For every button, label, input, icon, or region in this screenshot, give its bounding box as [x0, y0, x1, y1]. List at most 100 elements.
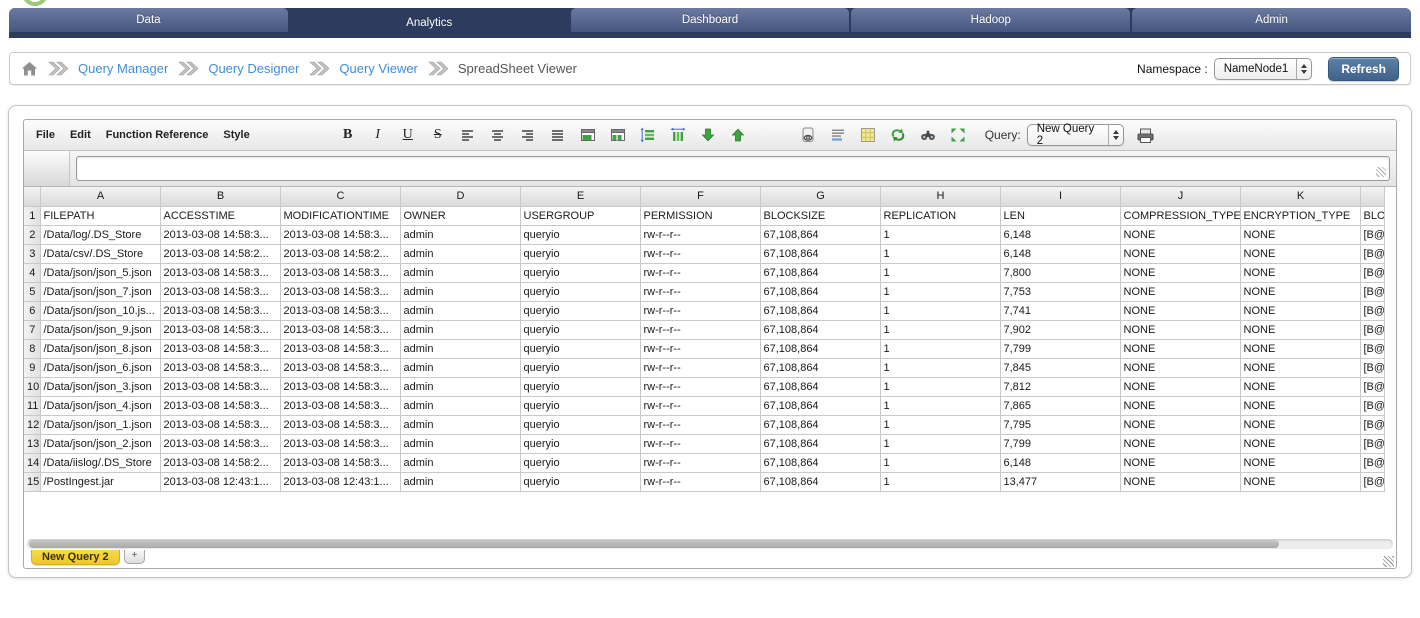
- cell[interactable]: OWNER: [400, 206, 520, 225]
- cell[interactable]: NONE: [1240, 434, 1360, 453]
- move-row-up-icon[interactable]: [727, 124, 749, 146]
- cell[interactable]: NONE: [1120, 244, 1240, 263]
- export-document-icon[interactable]: [797, 124, 819, 146]
- cell[interactable]: [B@: [1360, 225, 1384, 244]
- cell[interactable]: 67,108,864: [760, 244, 880, 263]
- cell[interactable]: admin: [400, 434, 520, 453]
- row-header[interactable]: 15: [24, 472, 40, 491]
- cell[interactable]: 1: [880, 282, 1000, 301]
- cell[interactable]: ACCESSTIME: [160, 206, 280, 225]
- cell[interactable]: [B@: [1360, 244, 1384, 263]
- cell[interactable]: 7,865: [1000, 396, 1120, 415]
- cell[interactable]: 2013-03-08 14:58:3...: [280, 263, 400, 282]
- cell[interactable]: 13,477: [1000, 472, 1120, 491]
- cell[interactable]: 7,753: [1000, 282, 1120, 301]
- cell[interactable]: queryio: [520, 225, 640, 244]
- nav-tab-hadoop[interactable]: Hadoop: [851, 8, 1130, 32]
- cell[interactable]: 7,800: [1000, 263, 1120, 282]
- cell[interactable]: /Data/json/json_1.json: [40, 415, 160, 434]
- text-format-icon[interactable]: [827, 124, 849, 146]
- cell[interactable]: 67,108,864: [760, 396, 880, 415]
- cell[interactable]: 2013-03-08 14:58:3...: [280, 320, 400, 339]
- cell[interactable]: 1: [880, 263, 1000, 282]
- widget-resize-handle-icon[interactable]: [1383, 556, 1394, 567]
- cell[interactable]: NONE: [1120, 301, 1240, 320]
- cell[interactable]: 2013-03-08 14:58:3...: [160, 434, 280, 453]
- column-header[interactable]: H: [880, 187, 1000, 206]
- cell[interactable]: NONE: [1120, 339, 1240, 358]
- cell[interactable]: queryio: [520, 263, 640, 282]
- cell[interactable]: /Data/iislog/.DS_Store: [40, 453, 160, 472]
- cell[interactable]: rw-r--r--: [640, 453, 760, 472]
- menu-style[interactable]: Style: [223, 129, 249, 141]
- column-header[interactable]: K: [1240, 187, 1360, 206]
- cell[interactable]: 7,795: [1000, 415, 1120, 434]
- row-header[interactable]: 14: [24, 453, 40, 472]
- cell[interactable]: 67,108,864: [760, 263, 880, 282]
- cell[interactable]: 7,799: [1000, 339, 1120, 358]
- cell[interactable]: BLOCKSIZE: [760, 206, 880, 225]
- cell[interactable]: 2013-03-08 14:58:3...: [280, 301, 400, 320]
- cell[interactable]: 1: [880, 244, 1000, 263]
- cell[interactable]: 2013-03-08 14:58:3...: [280, 225, 400, 244]
- home-icon[interactable]: [21, 61, 38, 77]
- cell[interactable]: 2013-03-08 14:58:3...: [160, 320, 280, 339]
- cell[interactable]: 7,902: [1000, 320, 1120, 339]
- cell[interactable]: [B@: [1360, 282, 1384, 301]
- cell[interactable]: 2013-03-08 14:58:2...: [160, 244, 280, 263]
- cell[interactable]: admin: [400, 225, 520, 244]
- cell[interactable]: rw-r--r--: [640, 301, 760, 320]
- cell[interactable]: 67,108,864: [760, 225, 880, 244]
- row-header[interactable]: 12: [24, 415, 40, 434]
- cell[interactable]: admin: [400, 244, 520, 263]
- cell[interactable]: admin: [400, 358, 520, 377]
- cell[interactable]: /Data/json/json_10.js...: [40, 301, 160, 320]
- cell[interactable]: queryio: [520, 396, 640, 415]
- italic-icon[interactable]: I: [367, 124, 389, 146]
- cell[interactable]: [B@: [1360, 453, 1384, 472]
- cell[interactable]: NONE: [1120, 434, 1240, 453]
- cell[interactable]: NONE: [1120, 472, 1240, 491]
- row-header[interactable]: 11: [24, 396, 40, 415]
- cell[interactable]: /Data/csv/.DS_Store: [40, 244, 160, 263]
- column-header[interactable]: A: [40, 187, 160, 206]
- cell[interactable]: 2013-03-08 14:58:3...: [160, 358, 280, 377]
- cell[interactable]: 2013-03-08 14:58:3...: [280, 415, 400, 434]
- cell[interactable]: NONE: [1240, 472, 1360, 491]
- cell[interactable]: 2013-03-08 14:58:3...: [160, 377, 280, 396]
- bold-icon[interactable]: B: [337, 124, 359, 146]
- refresh-data-icon[interactable]: [887, 124, 909, 146]
- row-header[interactable]: 6: [24, 301, 40, 320]
- cell[interactable]: 67,108,864: [760, 282, 880, 301]
- insert-column-icon[interactable]: [667, 124, 689, 146]
- column-header[interactable]: C: [280, 187, 400, 206]
- cell[interactable]: rw-r--r--: [640, 358, 760, 377]
- cell[interactable]: 1: [880, 301, 1000, 320]
- row-header[interactable]: 2: [24, 225, 40, 244]
- cell[interactable]: queryio: [520, 434, 640, 453]
- cell[interactable]: NONE: [1240, 415, 1360, 434]
- cell[interactable]: 6,148: [1000, 225, 1120, 244]
- cell[interactable]: [B@: [1360, 263, 1384, 282]
- cell[interactable]: 67,108,864: [760, 320, 880, 339]
- cell[interactable]: ENCRYPTION_TYPE: [1240, 206, 1360, 225]
- cell[interactable]: NONE: [1120, 377, 1240, 396]
- cell[interactable]: 2013-03-08 14:58:3...: [280, 377, 400, 396]
- cell[interactable]: NONE: [1120, 225, 1240, 244]
- cell[interactable]: admin: [400, 453, 520, 472]
- row-header[interactable]: 7: [24, 320, 40, 339]
- cell[interactable]: /Data/log/.DS_Store: [40, 225, 160, 244]
- cell[interactable]: rw-r--r--: [640, 244, 760, 263]
- cell[interactable]: queryio: [520, 282, 640, 301]
- cell[interactable]: 67,108,864: [760, 358, 880, 377]
- cell[interactable]: 2013-03-08 14:58:3...: [160, 263, 280, 282]
- cell[interactable]: /Data/json/json_3.json: [40, 377, 160, 396]
- insert-row-icon[interactable]: [637, 124, 659, 146]
- cell[interactable]: 67,108,864: [760, 377, 880, 396]
- cell[interactable]: NONE: [1240, 339, 1360, 358]
- cell[interactable]: queryio: [520, 339, 640, 358]
- cell[interactable]: 2013-03-08 14:58:3...: [280, 434, 400, 453]
- cell[interactable]: 1: [880, 339, 1000, 358]
- cell[interactable]: 2013-03-08 14:58:3...: [160, 225, 280, 244]
- refresh-button[interactable]: Refresh: [1328, 57, 1399, 81]
